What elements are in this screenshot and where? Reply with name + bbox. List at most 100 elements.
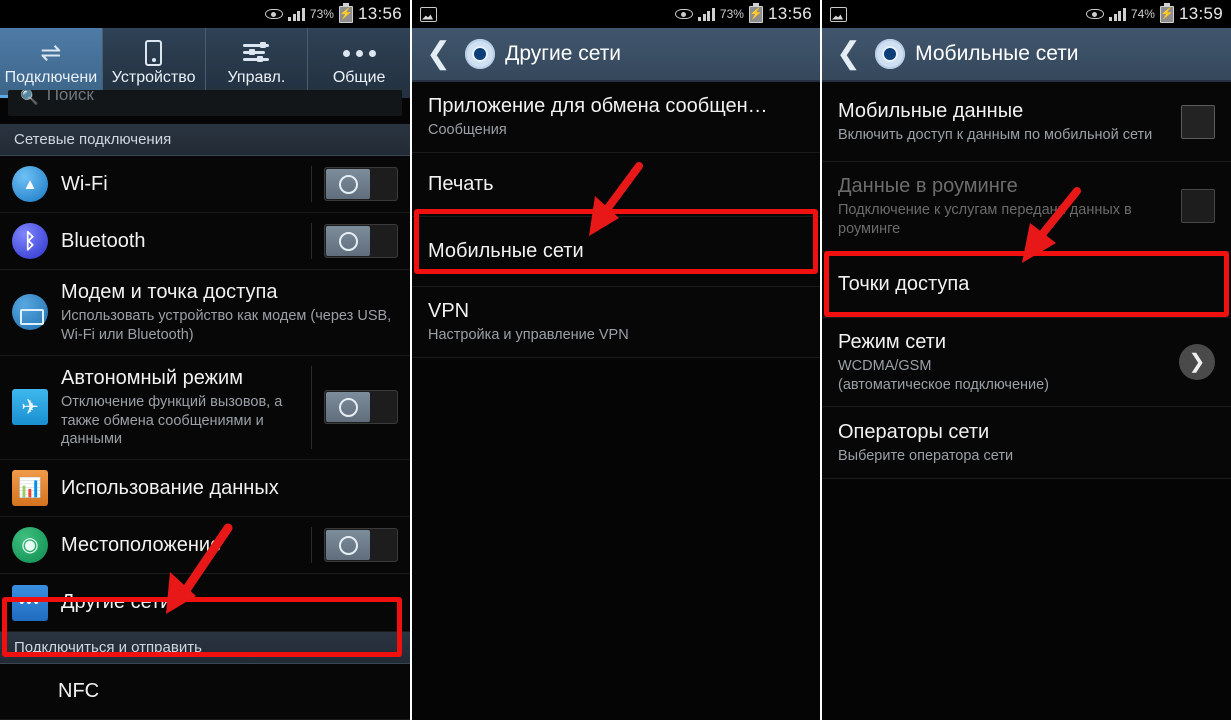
- wifi-toggle[interactable]: [324, 167, 398, 201]
- status-bar-left: [420, 6, 437, 22]
- row-vpn[interactable]: VPN Настройка и управление VPN: [412, 286, 820, 358]
- row-mobile-data-texts: Мобильные данные Включить доступ к данны…: [838, 99, 1168, 145]
- image-notification-icon: [420, 6, 437, 22]
- tab-connections[interactable]: ⇌ Подключени: [0, 28, 103, 98]
- data-roaming-checkbox[interactable]: [1181, 189, 1215, 224]
- sliders-icon: [243, 39, 270, 67]
- location-toggle-area[interactable]: [311, 527, 398, 564]
- row-mobile-networks[interactable]: Мобильные сети: [412, 216, 820, 287]
- data-usage-icon: [12, 470, 48, 507]
- row-mobile-data[interactable]: Мобильные данные Включить доступ к данны…: [822, 82, 1231, 162]
- row-data-roaming[interactable]: Данные в роуминге Подключение к услугам …: [822, 162, 1231, 252]
- row-airplane-mode[interactable]: Автономный режим Отключение функций вызо…: [0, 355, 410, 461]
- row-access-points[interactable]: Точки доступа: [822, 251, 1231, 318]
- row-mobile-data-sub: Включить доступ к данным по мобильной се…: [838, 126, 1153, 143]
- ellipsis-icon: [342, 39, 376, 67]
- panel-mobile-networks: 74% 13:59 ❮ Мобильные сети Мобильные дан…: [820, 0, 1231, 720]
- row-printing[interactable]: Печать: [412, 152, 820, 217]
- status-bar-right: 73% 13:56: [675, 2, 812, 24]
- status-bar: 74% 13:59: [822, 0, 1231, 28]
- row-nfc-title: NFC: [58, 680, 100, 703]
- tab-controls[interactable]: Управл.: [206, 28, 309, 98]
- settings-gear-icon: [875, 39, 906, 69]
- bluetooth-toggle-area[interactable]: [311, 223, 398, 259]
- tethering-icon: [12, 294, 48, 331]
- row-messaging-app-title: Приложение для обмена сообщен…: [428, 95, 768, 117]
- signal-bars-icon: [288, 7, 305, 21]
- row-printing-title: Печать: [428, 172, 494, 195]
- status-bar-right: 74% 13:59: [1086, 2, 1223, 24]
- tab-device-label: Устройство: [111, 69, 196, 86]
- three-panel-screenshot-strip: 73% 13:56 ⇌ Подключени Устройство Управл…: [0, 0, 1231, 720]
- row-location-texts: Местоположение: [61, 533, 298, 558]
- row-nfc[interactable]: NFC: [0, 664, 410, 720]
- row-location[interactable]: Местоположение: [0, 517, 410, 575]
- settings-tab-bar[interactable]: ⇌ Подключени Устройство Управл. Общие: [0, 28, 410, 98]
- bluetooth-toggle[interactable]: [324, 224, 398, 258]
- wifi-icon: [12, 166, 48, 202]
- tab-general[interactable]: Общие: [308, 28, 410, 98]
- signal-bars-icon: [1109, 7, 1126, 21]
- search-input[interactable]: 🔍 Поиск: [8, 90, 402, 116]
- mobile-data-checkbox[interactable]: [1181, 104, 1215, 139]
- eye-icon: [265, 7, 284, 21]
- row-vpn-texts: VPN Настройка и управление VPN: [428, 299, 804, 345]
- tab-general-label: Общие: [332, 69, 386, 86]
- row-network-mode-title: Режим сети: [838, 330, 947, 353]
- row-mobile-networks-title: Мобильные сети: [428, 239, 584, 262]
- row-data-roaming-texts: Данные в роуминге Подключение к услугам …: [838, 174, 1168, 239]
- battery-percent: 74%: [1130, 7, 1155, 21]
- network-mode-chevron-icon[interactable]: ❯: [1179, 344, 1215, 381]
- airplane-toggle-area[interactable]: [311, 365, 398, 450]
- battery-percent: 73%: [719, 7, 744, 21]
- row-data-usage-texts: Использование данных: [61, 476, 398, 501]
- row-tethering-sub: Использовать устройство как модем (через…: [61, 308, 392, 343]
- row-network-operators[interactable]: Операторы сети Выберите оператора сети: [822, 407, 1231, 480]
- row-bluetooth-texts: Bluetooth: [61, 229, 298, 254]
- row-mobile-networks-texts: Мобильные сети: [428, 239, 804, 264]
- row-tethering-texts: Модем и точка доступа Использовать устро…: [61, 280, 398, 345]
- clock: 13:59: [1178, 4, 1223, 23]
- status-bar-left: [830, 6, 847, 22]
- row-mobile-data-title: Мобильные данные: [838, 99, 1024, 122]
- tab-controls-label: Управл.: [227, 69, 286, 86]
- panel-other-networks: 73% 13:56 ❮ Другие сети Приложение для о…: [410, 0, 820, 720]
- bluetooth-icon: [12, 223, 48, 259]
- list-empty-space: [822, 479, 1231, 720]
- row-network-mode[interactable]: Режим сети WCDMA/GSM (автоматическое под…: [822, 317, 1231, 408]
- row-network-mode-sub: WCDMA/GSM (автоматическое подключение): [838, 357, 1050, 393]
- row-bluetooth[interactable]: Bluetooth: [0, 213, 410, 270]
- eye-icon: [1086, 7, 1105, 21]
- row-airplane-title: Автономный режим: [61, 366, 243, 389]
- row-other-networks[interactable]: Другие сети: [0, 574, 410, 633]
- row-messaging-app[interactable]: Приложение для обмена сообщен… Сообщения: [412, 82, 820, 153]
- row-network-operators-title: Операторы сети: [838, 420, 990, 443]
- row-nfc-texts: NFC: [58, 679, 398, 704]
- row-tethering[interactable]: Модем и точка доступа Использовать устро…: [0, 270, 410, 356]
- row-location-title: Местоположение: [61, 533, 222, 556]
- location-toggle[interactable]: [324, 528, 398, 563]
- more-networks-icon: [12, 584, 48, 621]
- row-printing-texts: Печать: [428, 172, 804, 197]
- row-data-usage[interactable]: Использование данных: [0, 460, 410, 518]
- row-airplane-texts: Автономный режим Отключение функций вызо…: [61, 366, 298, 450]
- section-header-connect-and-send: Подключиться и отправить: [0, 632, 410, 665]
- back-chevron-icon[interactable]: ❮: [422, 39, 455, 69]
- mobile-networks-list: Мобильные данные Включить доступ к данны…: [822, 82, 1231, 720]
- row-data-roaming-title: Данные в роуминге: [838, 175, 1018, 197]
- tab-device[interactable]: Устройство: [103, 28, 206, 98]
- row-access-points-title: Точки доступа: [838, 272, 970, 295]
- search-icon: 🔍: [20, 90, 39, 106]
- wifi-toggle-area[interactable]: [311, 166, 398, 202]
- signal-bars-icon: [698, 7, 715, 21]
- status-bar-right: 73% 13:56: [265, 2, 402, 24]
- row-wifi[interactable]: Wi-Fi: [0, 156, 410, 213]
- battery-charging-icon: [338, 2, 353, 23]
- airplane-toggle[interactable]: [324, 390, 398, 425]
- back-chevron-icon[interactable]: ❮: [832, 39, 865, 69]
- row-data-usage-title: Использование данных: [61, 476, 279, 499]
- row-other-networks-texts: Другие сети: [61, 590, 398, 615]
- clock: 13:56: [767, 4, 812, 23]
- page-title: Другие сети: [505, 42, 622, 65]
- battery-charging-icon: [748, 2, 763, 23]
